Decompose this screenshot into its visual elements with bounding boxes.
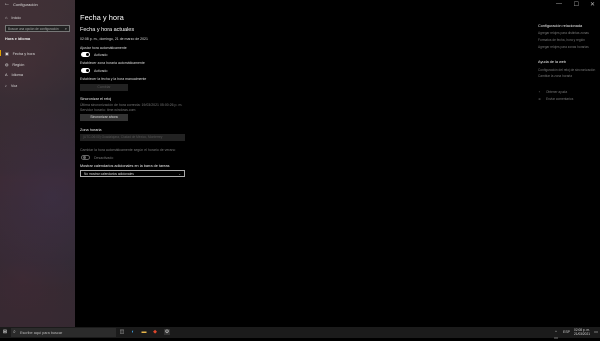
- auto-time-label: Ajustar hora automáticamente: [80, 46, 127, 50]
- language-icon: A: [5, 73, 8, 77]
- file-explorer-icon[interactable]: ▬: [141, 329, 147, 335]
- feedback-link[interactable]: Enviar comentarios: [546, 97, 573, 101]
- taskbar-search[interactable]: ⌕ Escribe aquí para buscar: [11, 328, 116, 337]
- related-heading: Configuración relacionada: [538, 24, 583, 28]
- sidebar-item-voz[interactable]: ♪ Voz: [5, 84, 17, 88]
- page-title: Fecha y hora: [80, 13, 124, 22]
- calendars-select-value: No mostrar calendarios adicionales: [84, 172, 134, 176]
- calendar-clock-icon: ▣: [5, 52, 9, 56]
- calendars-select[interactable]: No mostrar calendarios adicionales ⌄: [80, 170, 185, 177]
- section-title: Fecha y hora actuales: [80, 27, 135, 33]
- sidebar-item-fecha-hora[interactable]: ▣ Fecha y hora: [0, 50, 35, 56]
- auto-timezone-label: Establecer zona horaria automáticamente: [80, 61, 145, 65]
- sync-now-button[interactable]: Sincronizar ahora: [80, 114, 128, 121]
- sidebar-item-idioma[interactable]: A Idioma: [5, 73, 23, 77]
- globe-icon: ◍: [5, 63, 9, 67]
- sidebar-item-label: Región: [12, 62, 25, 67]
- search-input[interactable]: Buscar una opción de configuración ⌕: [5, 25, 70, 32]
- sidebar-item-label: Fecha y hora: [12, 51, 35, 56]
- change-time-button[interactable]: Cambiar: [80, 84, 128, 91]
- clock-date: 21/03/2021: [574, 332, 590, 336]
- help-link-1[interactable]: Configuración del reloj de sincronizació…: [538, 68, 595, 72]
- help-heading: Ayuda de la web: [538, 60, 567, 64]
- system-tray-icons[interactable]: ^ ▭: [553, 329, 559, 340]
- related-link-3[interactable]: Agregar relojes para zonas horarias: [538, 45, 589, 49]
- help-chat-icon: ◔: [538, 90, 540, 94]
- nav-home-label: Inicio: [11, 15, 21, 20]
- current-datetime: 02:08 p. m., domingo, 21 de marzo de 202…: [80, 37, 148, 41]
- settings-app-icon[interactable]: ⚙: [164, 329, 170, 335]
- taskbar-search-placeholder: Escribe aquí para buscar: [20, 330, 63, 335]
- dst-label: Cambiar la hora automáticamente según el…: [80, 148, 176, 152]
- sidebar-item-region[interactable]: ◍ Región: [5, 62, 25, 68]
- timezone-select[interactable]: (UTC-06:00) Guadalajara, Ciudad de Méxic…: [80, 134, 185, 141]
- sidebar: [0, 0, 75, 327]
- related-link-1[interactable]: Agregar relojes para distintas zonas: [538, 31, 589, 35]
- task-view-icon[interactable]: ◫: [119, 329, 125, 335]
- search-icon: ⌕: [13, 329, 16, 335]
- brave-browser-icon[interactable]: ◆: [152, 329, 158, 335]
- sync-last-time: Última sincronización de hora correcta: …: [80, 103, 183, 107]
- taskbar-clock[interactable]: 02:08 p. m. 21/03/2021: [574, 328, 590, 336]
- sync-server: Servidor horario: time.windows.com: [80, 108, 136, 112]
- search-placeholder: Buscar una opción de configuración: [8, 27, 59, 31]
- nav-home[interactable]: ⌂ Inicio: [5, 15, 21, 20]
- manual-time-label: Establecer la fecha y la hora manualment…: [80, 77, 147, 81]
- auto-timezone-state: Activado: [94, 68, 108, 73]
- dst-toggle[interactable]: [81, 155, 90, 160]
- windows-start-icon[interactable]: ⊞: [2, 329, 8, 335]
- notification-icon[interactable]: ▭: [593, 329, 599, 335]
- auto-time-state: Activado: [94, 52, 108, 57]
- language-indicator[interactable]: ESP: [563, 329, 570, 335]
- dst-state: Desactivado: [94, 155, 114, 160]
- auto-timezone-toggle[interactable]: [81, 68, 90, 73]
- back-arrow-icon[interactable]: ←: [4, 1, 10, 7]
- search-icon: ⌕: [64, 26, 67, 31]
- help-link-2[interactable]: Cambiar la zona horaria: [538, 74, 572, 78]
- feedback-icon: ☺: [538, 97, 542, 101]
- title-bar: ← Configuración — ☐ ✕: [0, 0, 600, 9]
- timezone-heading: Zona horaria: [80, 128, 102, 132]
- auto-time-toggle[interactable]: [81, 52, 90, 57]
- taskbar: ⊞ ⌕ Escribe aquí para buscar ◫ ◐ ▬ ◆ ⚙ ^…: [0, 327, 600, 340]
- close-button[interactable]: ✕: [590, 1, 595, 8]
- home-icon: ⌂: [5, 15, 8, 20]
- maximize-button[interactable]: ☐: [574, 1, 579, 8]
- microphone-icon: ♪: [5, 84, 7, 88]
- calendars-heading: Mostrar calendarios adicionales en la ba…: [80, 164, 170, 168]
- sync-heading: Sincronizar el reloj: [80, 97, 112, 101]
- edge-icon[interactable]: ◐: [130, 329, 136, 335]
- chevron-down-icon: ⌄: [178, 172, 181, 176]
- app-title: Configuración: [13, 2, 38, 7]
- nav-section-heading: Hora e idioma: [5, 37, 31, 41]
- sidebar-item-label: Voz: [10, 84, 18, 88]
- get-help-link[interactable]: Obtener ayuda: [546, 90, 567, 94]
- sidebar-item-label: Idioma: [11, 73, 23, 77]
- minimize-button[interactable]: —: [556, 1, 562, 7]
- related-link-2[interactable]: Formatos de fecha, hora y región: [538, 38, 585, 42]
